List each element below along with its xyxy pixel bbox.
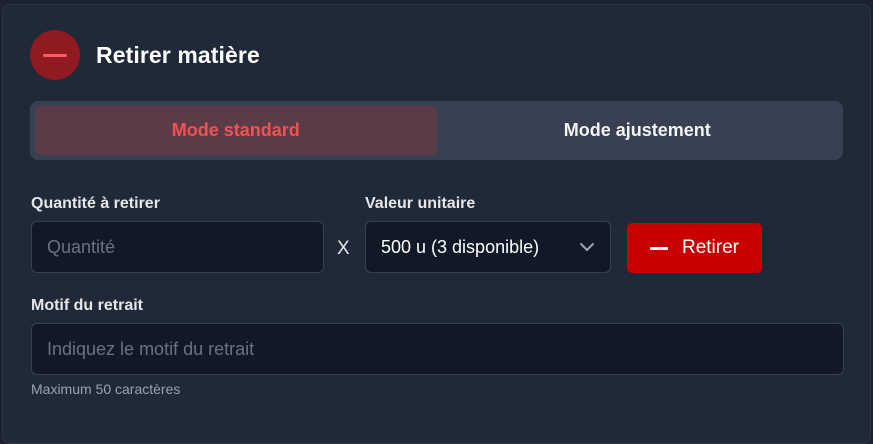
mode-adjust-button[interactable]: Mode ajustement (437, 106, 839, 155)
unit-value-select[interactable]: 500 u (3 disponible) (365, 221, 611, 273)
chevron-down-icon (579, 242, 595, 252)
reason-label: Motif du retrait (31, 297, 143, 314)
panel-header: Retirer matière (30, 30, 260, 80)
minus-icon (649, 246, 668, 250)
panel-title: Retirer matière (96, 41, 260, 68)
multiply-sign: X (337, 238, 350, 259)
reason-hint: Maximum 50 caractères (31, 381, 181, 397)
mode-standard-button[interactable]: Mode standard (35, 106, 437, 155)
quantity-label: Quantité à retirer (31, 195, 160, 212)
withdraw-material-panel: Retirer matière Mode standard Mode ajust… (2, 4, 871, 444)
mode-toggle: Mode standard Mode ajustement (30, 101, 843, 160)
minus-circle-icon (30, 30, 80, 80)
reason-input[interactable] (31, 323, 844, 375)
unit-value-selected: 500 u (3 disponible) (381, 236, 540, 257)
unit-value-label: Valeur unitaire (365, 195, 476, 212)
withdraw-button-label: Retirer (681, 237, 739, 258)
quantity-input[interactable] (31, 221, 324, 273)
withdraw-button[interactable]: Retirer (627, 223, 762, 273)
